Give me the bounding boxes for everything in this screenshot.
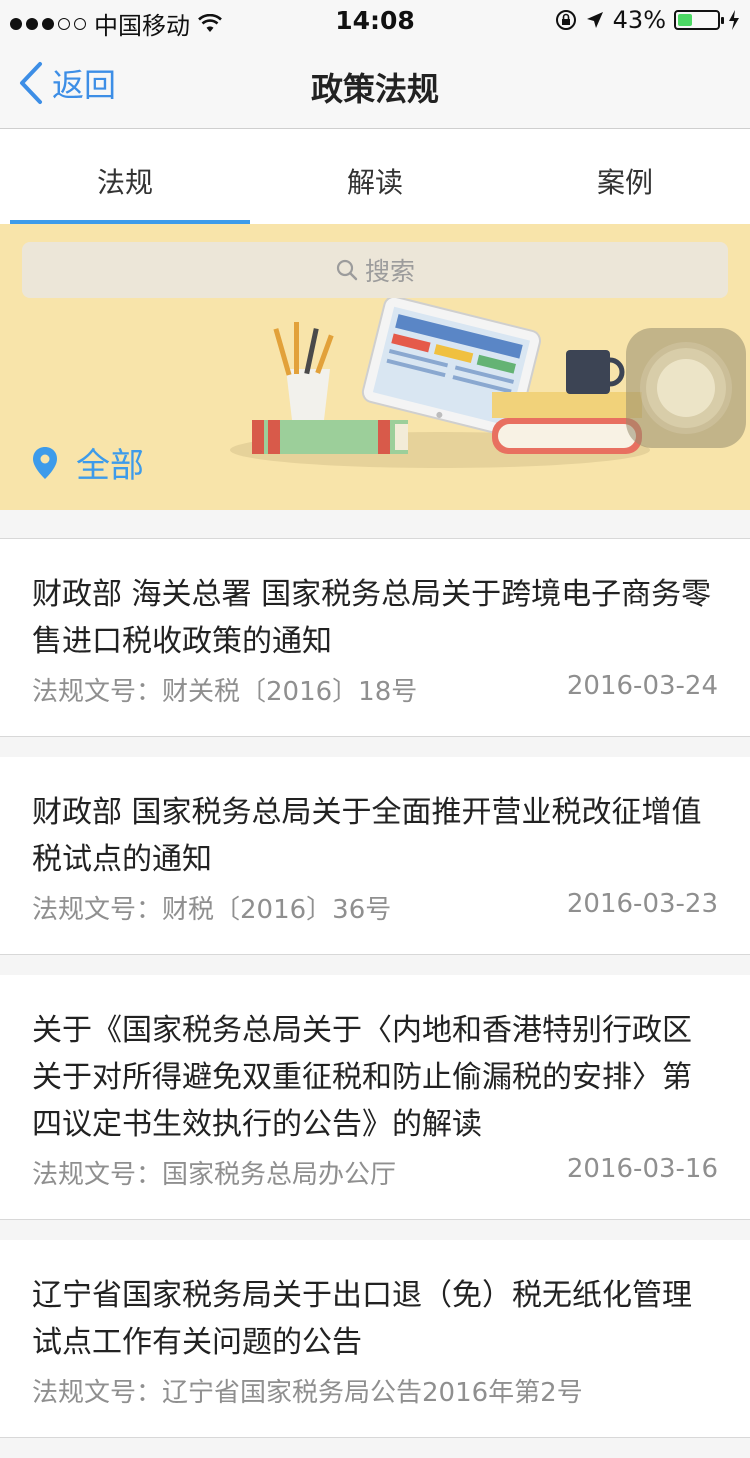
- item-title: 辽宁省国家税务局关于出口退（免）税无纸化管理试点工作有关问题的公告: [32, 1278, 692, 1360]
- search-icon: [336, 259, 358, 281]
- battery-fill: [678, 14, 693, 26]
- regulation-list: 财政部 海关总署 国家税务总局关于跨境电子商务零售进口税收政策的通知 法规文号：…: [0, 538, 750, 1458]
- battery-icon: [674, 10, 724, 30]
- location-label: 全部: [76, 446, 144, 486]
- search-bar[interactable]: 搜索: [22, 242, 728, 298]
- location-arrow-icon: [586, 12, 603, 28]
- item-doc-number: 法规文号：财税〔2016〕36号: [32, 895, 392, 925]
- list-item[interactable]: 关于《国家税务总局关于〈内地和香港特别行政区关于对所得避免双重征税和防止偷漏税的…: [0, 975, 750, 1220]
- location-filter[interactable]: 全部: [32, 438, 144, 487]
- list-item[interactable]: 财政部 国家税务总局关于全面推开营业税改征增值税试点的通知 法规文号：财税〔20…: [0, 757, 750, 955]
- tab-cases[interactable]: 案例: [500, 129, 750, 224]
- tab-bar: 法规 解读 案例: [0, 129, 750, 224]
- item-title: 关于《国家税务总局关于〈内地和香港特别行政区关于对所得避免双重征税和防止偷漏税的…: [32, 1013, 692, 1142]
- item-doc-number: 法规文号：辽宁省国家税务局公告2016年第2号: [32, 1378, 583, 1408]
- status-bar: 中国移动 14:08 43%: [0, 0, 750, 40]
- item-doc-number: 法规文号：财关税〔2016〕18号: [32, 677, 418, 707]
- page-title: 政策法规: [310, 70, 439, 108]
- battery-percent: 43%: [612, 6, 666, 34]
- item-date: 2016-03-24: [566, 671, 718, 701]
- map-pin-icon: [33, 446, 57, 479]
- assistive-touch-button[interactable]: [626, 328, 746, 448]
- item-meta: 法规文号：国家税务总局办公厅 2016-03-16: [32, 1154, 718, 1191]
- item-date: 2016-03-16: [566, 1154, 718, 1184]
- rotation-lock-icon: [555, 10, 576, 30]
- search-placeholder: 搜索: [364, 257, 415, 286]
- item-title: 财政部 海关总署 国家税务总局关于跨境电子商务零售进口税收政策的通知: [32, 577, 712, 659]
- list-item[interactable]: 辽宁省国家税务局关于出口退（免）税无纸化管理试点工作有关问题的公告 法规文号：辽…: [0, 1240, 750, 1438]
- nav-bar: 返回 政策法规: [0, 40, 750, 129]
- item-doc-number: 法规文号：国家税务总局办公厅: [32, 1160, 397, 1190]
- tab-interpretation[interactable]: 解读: [250, 129, 500, 224]
- item-meta: 法规文号：财税〔2016〕36号 2016-03-23: [32, 889, 718, 926]
- item-meta: 法规文号：辽宁省国家税务局公告2016年第2号: [32, 1372, 718, 1409]
- charging-icon: [729, 10, 739, 30]
- tab-regulations[interactable]: 法规: [0, 129, 250, 224]
- list-item[interactable]: 财政部 海关总署 国家税务总局关于跨境电子商务零售进口税收政策的通知 法规文号：…: [0, 539, 750, 737]
- item-meta: 法规文号：财关税〔2016〕18号 2016-03-24: [32, 671, 718, 708]
- status-right: 43%: [555, 6, 740, 34]
- banner: 搜索 全部: [0, 224, 750, 510]
- item-title: 财政部 国家税务总局关于全面推开营业税改征增值税试点的通知: [32, 795, 702, 877]
- item-date: 2016-03-23: [566, 889, 718, 919]
